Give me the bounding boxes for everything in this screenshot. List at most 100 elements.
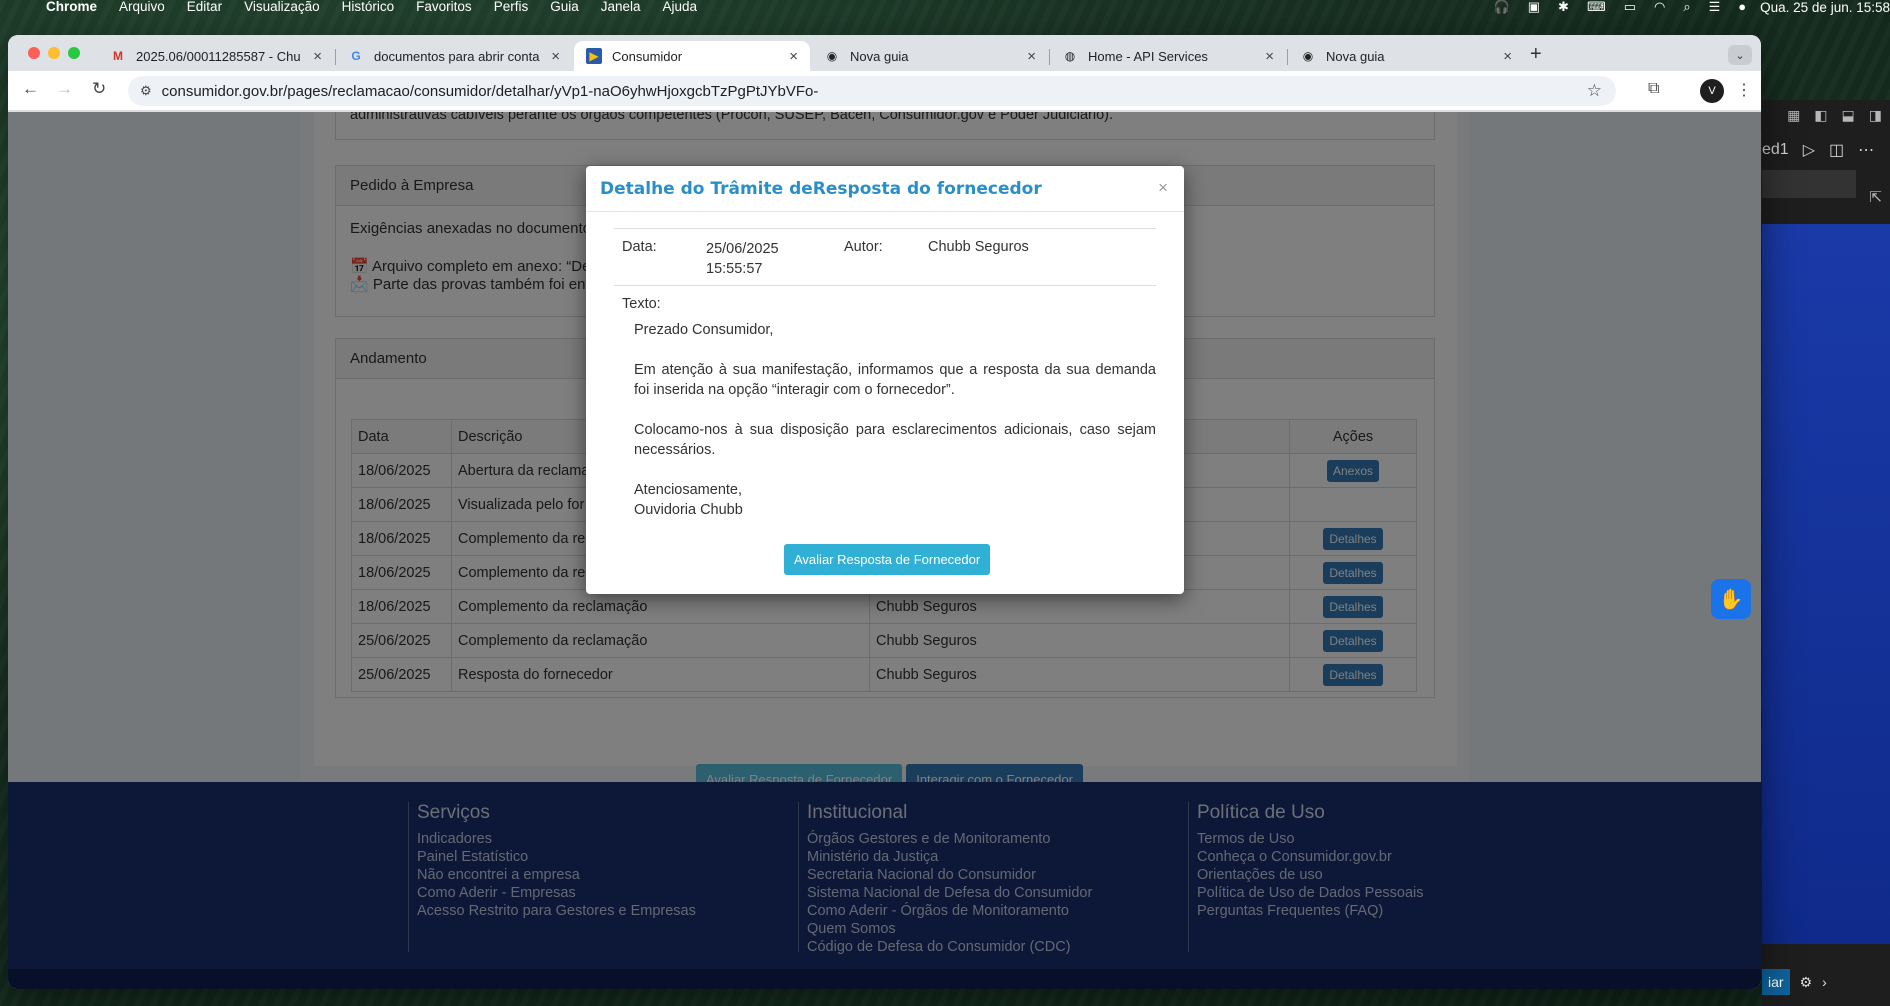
- wifi-icon[interactable]: ◠: [1654, 0, 1665, 14]
- menu-visualizacao[interactable]: Visualização: [244, 0, 320, 14]
- tab-api-services[interactable]: ◍ Home - API Services ×: [1050, 41, 1286, 71]
- tab-google[interactable]: G documentos para abrir conta ×: [336, 41, 572, 71]
- tab-consumidor[interactable]: ▶ Consumidor ×: [574, 41, 810, 71]
- menu-ajuda[interactable]: Ajuda: [663, 0, 698, 14]
- close-icon[interactable]: ×: [1158, 178, 1168, 198]
- accessibility-hand-icon[interactable]: ✋: [1711, 579, 1751, 619]
- more-icon[interactable]: ⋯: [1858, 140, 1874, 160]
- tramite-detail-modal: Detalhe do Trâmite deResposta do fornece…: [586, 166, 1184, 594]
- data-value: 25/06/2025 15:55:57: [706, 241, 779, 277]
- panel-left-icon[interactable]: ◧: [1814, 107, 1827, 124]
- bluetooth-icon[interactable]: ✱: [1558, 0, 1569, 14]
- panel-right-icon[interactable]: ◨: [1869, 107, 1882, 124]
- chrome-icon: ◉: [1302, 49, 1314, 63]
- response-paragraph: Colocamo-nos à sua disposição para escla…: [634, 422, 1156, 458]
- back-icon[interactable]: ←: [22, 79, 39, 99]
- tab-title: Nova guia: [850, 48, 909, 64]
- siri-icon[interactable]: ●: [1738, 0, 1746, 14]
- run-icon[interactable]: ▷: [1803, 140, 1815, 160]
- page-viewport: administrativas cabíveis perante os órgã…: [8, 112, 1761, 989]
- close-tab-icon[interactable]: ×: [789, 48, 798, 65]
- menu-favoritos[interactable]: Favoritos: [416, 0, 472, 14]
- close-tab-icon[interactable]: ×: [1503, 48, 1512, 65]
- menu-guia[interactable]: Guia: [550, 0, 579, 14]
- close-tab-icon[interactable]: ×: [551, 48, 560, 65]
- macos-menubar: Chrome Arquivo Editar Visualização Histó…: [0, 0, 1890, 15]
- close-tab-icon[interactable]: ×: [1027, 48, 1036, 65]
- tab-strip: M 2025.06/00011285587 - Chu × G document…: [8, 35, 1761, 71]
- avaliar-resposta-modal-button[interactable]: Avaliar Resposta de Fornecedor: [784, 544, 991, 575]
- control-center-icon[interactable]: ☰: [1709, 0, 1721, 14]
- response-paragraph: Prezado Consumidor,: [634, 322, 774, 338]
- tab-nova-guia-1[interactable]: ◉ Nova guia ×: [812, 41, 1048, 71]
- close-window-button[interactable]: [28, 47, 40, 59]
- site-info-icon[interactable]: ⚙: [140, 83, 152, 99]
- url-text[interactable]: consumidor.gov.br/pages/reclamacao/consu…: [162, 83, 819, 100]
- response-signature: Ouvidoria Chubb: [634, 502, 743, 518]
- open-external-icon[interactable]: ⇱: [1869, 188, 1882, 206]
- close-tab-icon[interactable]: ×: [1265, 48, 1274, 65]
- side-app-titlebar: ed1 ▷ ◫ ⋯: [1762, 130, 1890, 170]
- globe-icon: ◍: [1064, 49, 1076, 63]
- menu-perfis[interactable]: Perfis: [494, 0, 529, 14]
- browser-toolbar: ← → ↻ ⚙ consumidor.gov.br/pages/reclamac…: [8, 71, 1761, 111]
- modal-body: Data: 25/06/2025 15:55:57 Autor: Chubb S…: [586, 212, 1184, 520]
- menu-arquivo[interactable]: Arquivo: [119, 0, 165, 14]
- layout-icon[interactable]: ▦: [1787, 107, 1800, 124]
- tramite-meta: Data: 25/06/2025 15:55:57 Autor: Chubb S…: [614, 228, 1156, 286]
- menu-app-name[interactable]: Chrome: [46, 0, 97, 14]
- window-controls: [28, 47, 80, 59]
- split-icon[interactable]: ◫: [1829, 140, 1844, 160]
- battery-icon[interactable]: ▭: [1624, 0, 1636, 14]
- menu-historico[interactable]: Histórico: [342, 0, 395, 14]
- tab-title: Home - API Services: [1088, 48, 1208, 64]
- tab-nova-guia-2[interactable]: ◉ Nova guia ×: [1288, 41, 1524, 71]
- gear-icon[interactable]: ⚙: [1800, 974, 1813, 991]
- consumidor-icon: ▶: [586, 48, 602, 64]
- modal-header: Detalhe do Trâmite deResposta do fornece…: [586, 166, 1184, 212]
- minimize-window-button[interactable]: [48, 47, 60, 59]
- autor-label: Autor:: [844, 239, 883, 255]
- tab-search-icon[interactable]: ⌄: [1728, 45, 1752, 65]
- side-app-statusbar: iar ⚙ ›: [1762, 958, 1890, 1006]
- data-label: Data:: [622, 239, 657, 255]
- browser-window: M 2025.06/00011285587 - Chu × G document…: [8, 35, 1761, 989]
- vpn-icon[interactable]: ▣: [1528, 0, 1540, 14]
- bookmark-star-icon[interactable]: ☆: [1587, 81, 1602, 101]
- status-bar: 🎧 ▣ ✱ ⌨ ▭ ◠ ⌕ ☰ ● Qua. 25 de jun. 15:58: [1476, 0, 1890, 15]
- zoom-window-button[interactable]: [68, 47, 80, 59]
- response-text: Prezado Consumidor, Em atenção à sua man…: [634, 320, 1156, 520]
- extensions-icon[interactable]: ⧉: [1648, 80, 1659, 98]
- keyboard-icon[interactable]: ⌨: [1587, 0, 1606, 14]
- address-bar[interactable]: ⚙ consumidor.gov.br/pages/reclamacao/con…: [128, 76, 1616, 106]
- gmail-icon: M: [113, 49, 123, 63]
- side-app-title: ed1: [1762, 141, 1789, 158]
- side-app-preview: [1762, 224, 1890, 944]
- side-app-window: ▦ ◧ ⬓ ◨ ed1 ▷ ◫ ⋯ ⇱ iar ⚙ ›: [1762, 100, 1890, 1006]
- menubar-clock[interactable]: Qua. 25 de jun. 15:58: [1760, 0, 1890, 15]
- chevron-right-icon[interactable]: ›: [1822, 974, 1827, 990]
- chrome-icon: ◉: [826, 49, 838, 63]
- tab-title: documentos para abrir conta: [374, 48, 540, 64]
- autor-value: Chubb Seguros: [928, 239, 1029, 255]
- tab-title: Nova guia: [1326, 48, 1385, 64]
- headphones-icon[interactable]: 🎧: [1494, 0, 1510, 14]
- texto-label: Texto:: [622, 296, 661, 312]
- panel-bottom-icon[interactable]: ⬓: [1842, 107, 1855, 124]
- browser-menu-icon[interactable]: ⋮: [1736, 80, 1752, 100]
- search-icon[interactable]: ⌕: [1683, 0, 1690, 14]
- tab-title: 2025.06/00011285587 - Chu: [136, 48, 301, 64]
- menu-janela[interactable]: Janela: [601, 0, 641, 14]
- menu-editar[interactable]: Editar: [187, 0, 222, 14]
- close-tab-icon[interactable]: ×: [313, 48, 322, 65]
- tab-title: Consumidor: [612, 48, 683, 64]
- profile-avatar[interactable]: V: [1700, 79, 1724, 103]
- tab-gmail[interactable]: M 2025.06/00011285587 - Chu ×: [98, 41, 334, 71]
- reload-icon[interactable]: ↻: [92, 79, 106, 99]
- side-app-action-button[interactable]: iar: [1762, 969, 1790, 995]
- response-paragraph: Em atenção à sua manifestação, informamo…: [634, 362, 1156, 398]
- new-tab-icon[interactable]: +: [1530, 43, 1542, 66]
- forward-icon[interactable]: →: [56, 79, 73, 99]
- side-app-input-bar[interactable]: [1762, 170, 1856, 198]
- side-app-toolbar: ▦ ◧ ⬓ ◨: [1762, 100, 1890, 130]
